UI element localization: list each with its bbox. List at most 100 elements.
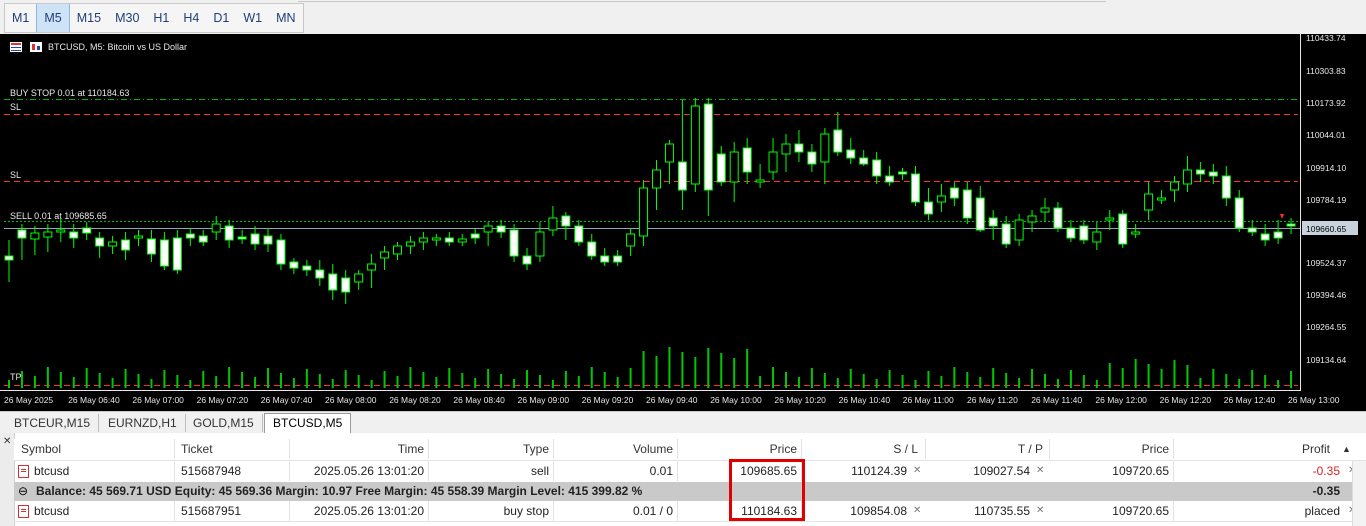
candle: [1144, 193, 1154, 211]
header-tp[interactable]: T / P: [926, 439, 1050, 459]
candle: [134, 235, 143, 239]
candle: [846, 149, 856, 159]
candle: [587, 241, 597, 257]
tab-btcusd-m5[interactable]: BTCUSD,M5: [264, 413, 352, 434]
candle: [250, 233, 260, 245]
candle: [975, 197, 985, 231]
table-row[interactable]: btcusd 515687948 2025.05.26 13:01:20 sel…: [14, 461, 1366, 481]
row-status: placed: [1304, 504, 1340, 518]
time-tick: 26 May 08:00: [325, 395, 377, 405]
candle: [4, 255, 14, 261]
remove-sl-icon[interactable]: ✕: [913, 501, 921, 521]
timeframe-h1-button[interactable]: H1: [146, 4, 176, 32]
header-sl[interactable]: S / L: [802, 439, 926, 459]
candle: [859, 157, 869, 165]
candle: [121, 239, 131, 251]
row-current-price: 109720.65: [1050, 501, 1174, 521]
candle: [276, 239, 286, 265]
price-tick: 109394.46: [1306, 290, 1346, 300]
time-tick: 26 May 07:20: [197, 395, 249, 405]
balance-summary-row: ⊖ Balance: 45 569.71 USD Equity: 45 569.…: [14, 482, 1366, 501]
vertical-scrollbar[interactable]: [1352, 461, 1366, 526]
chart-symbol-icon: [10, 42, 42, 52]
row-take-profit[interactable]: 110735.55: [926, 501, 1030, 521]
header-time[interactable]: Time: [290, 439, 429, 459]
candle: [405, 241, 415, 247]
trade-panel: ✕ Symbol Ticket Time Type Volume Price S…: [0, 433, 1366, 526]
row-symbol: btcusd: [14, 461, 175, 481]
candle: [380, 251, 390, 259]
candle: [1247, 227, 1257, 233]
time-tick: 26 May 2025: [4, 395, 53, 405]
tab-btceur-m15[interactable]: BTCEUR,M15: [6, 414, 100, 432]
row-type: buy stop: [429, 501, 554, 521]
candle: [755, 179, 765, 183]
collapse-icon[interactable]: ⊖: [18, 482, 28, 501]
candle: [496, 225, 506, 233]
time-tick: 26 May 11:00: [903, 395, 954, 405]
tab-gold-m15[interactable]: GOLD,M15: [185, 414, 263, 432]
close-icon[interactable]: ✕: [3, 436, 11, 447]
time-tick: 26 May 12:20: [1160, 395, 1212, 405]
timeframe-m5-button[interactable]: M5: [36, 4, 70, 32]
candle: [418, 237, 428, 243]
candle: [56, 229, 66, 233]
timeframe-m30-button[interactable]: M30: [108, 4, 146, 32]
header-current-price[interactable]: Price: [1050, 439, 1174, 459]
candle: [17, 229, 27, 239]
timeframe-w1-button[interactable]: W1: [236, 4, 269, 32]
header-profit[interactable]: Profit: [1174, 439, 1330, 459]
candle: [302, 265, 312, 271]
remove-sl-icon[interactable]: ✕: [913, 461, 921, 481]
remove-tp-icon[interactable]: ✕: [1036, 461, 1044, 481]
table-row[interactable]: btcusd 515687951 2025.05.26 13:01:20 buy…: [14, 501, 1366, 522]
row-ticket: 515687951: [175, 501, 290, 521]
candle: [1170, 181, 1179, 191]
candlestick-series: [4, 98, 1296, 304]
candle: [690, 105, 700, 185]
candle: [885, 175, 895, 183]
candle: [535, 231, 545, 257]
tab-eurnzd-h1[interactable]: EURNZD,H1: [100, 414, 186, 432]
candle: [1092, 231, 1102, 243]
time-tick: 26 May 08:20: [389, 395, 441, 405]
candle: [43, 231, 53, 238]
timeframe-m15-button[interactable]: M15: [70, 4, 108, 32]
time-tick: 26 May 07:00: [132, 395, 184, 405]
row-take-profit[interactable]: 109027.54: [926, 461, 1030, 481]
price-tick: 110303.83: [1306, 66, 1346, 76]
candle: [664, 143, 674, 163]
timeframe-h4-button[interactable]: H4: [176, 4, 206, 32]
timeframe-d1-button[interactable]: D1: [206, 4, 236, 32]
row-volume: 0.01 / 0: [554, 501, 678, 521]
table-header: Symbol Ticket Time Type Volume Price S /…: [14, 439, 1366, 461]
candle: [159, 239, 169, 267]
candle: [328, 273, 338, 291]
remove-tp-icon[interactable]: ✕: [1036, 501, 1044, 521]
sort-ascending-icon[interactable]: ▲: [1342, 439, 1351, 460]
timeframe-toolbar: M1 M5 M15 M30 H1 H4 D1 W1 MN: [0, 0, 1366, 35]
header-price[interactable]: Price: [678, 439, 802, 459]
chart-canvas[interactable]: BTCUSD, M5: Bitcoin vs US Dollar BUY STO…: [0, 34, 1366, 411]
time-tick: 26 May 13:00: [1288, 395, 1340, 405]
candle: [1053, 207, 1063, 229]
row-stop-loss[interactable]: 110124.39: [802, 461, 907, 481]
row-stop-loss[interactable]: 109854.08: [802, 501, 907, 521]
candle: [1105, 217, 1115, 221]
header-symbol[interactable]: Symbol: [14, 439, 175, 459]
header-volume[interactable]: Volume: [554, 439, 678, 459]
price-tick: 110044.01: [1306, 130, 1346, 140]
price-tick: 110173.92: [1306, 98, 1346, 108]
candle: [315, 269, 325, 279]
time-tick: 26 May 09:00: [518, 395, 570, 405]
candle: [781, 143, 791, 155]
candle: [30, 232, 40, 240]
header-ticket[interactable]: Ticket: [175, 439, 290, 459]
timeframe-m1-button[interactable]: M1: [5, 4, 36, 32]
timeframe-mn-button[interactable]: MN: [269, 4, 302, 32]
candle: [185, 233, 195, 239]
price-chart[interactable]: BTCUSD, M5: Bitcoin vs US Dollar BUY STO…: [0, 34, 1366, 411]
header-type[interactable]: Type: [429, 439, 554, 459]
candle: [911, 173, 920, 203]
time-tick: 26 May 07:40: [261, 395, 313, 405]
